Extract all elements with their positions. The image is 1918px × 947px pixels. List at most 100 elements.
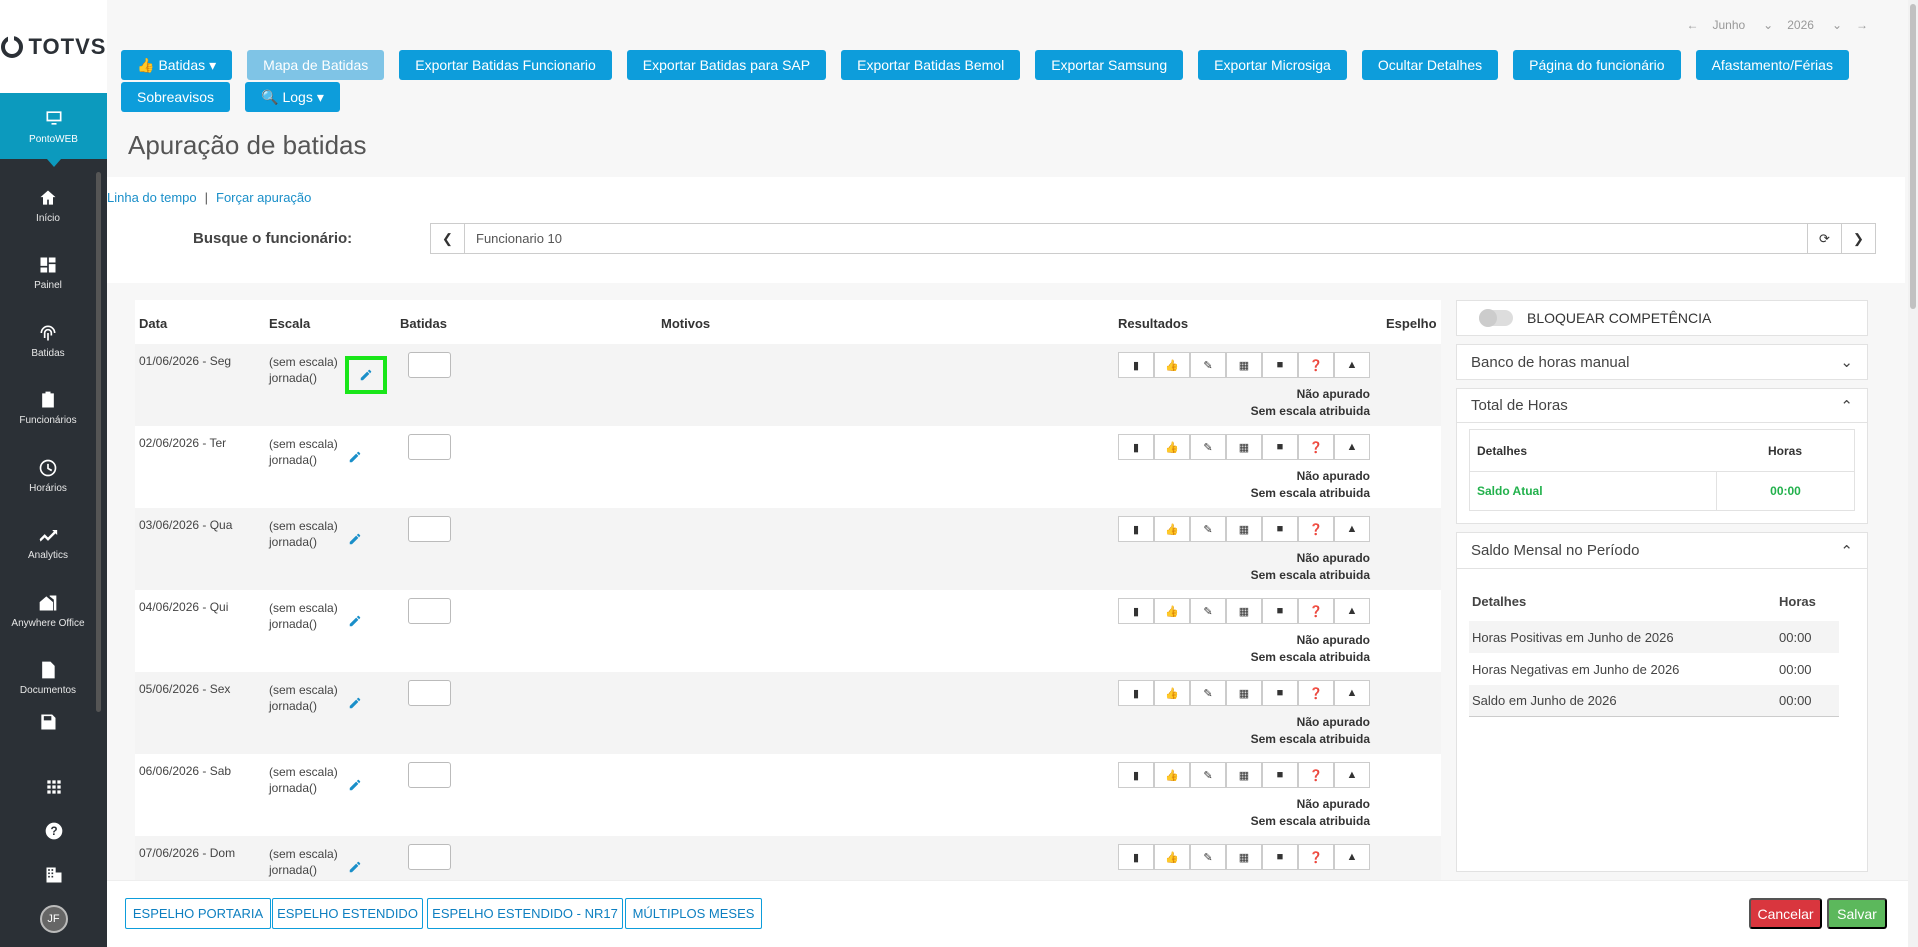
edit-pencil-icon[interactable] (348, 778, 362, 792)
batida-input[interactable] (408, 516, 451, 542)
help-circle-icon[interactable]: ❓ (1298, 434, 1334, 460)
sidebar-item-funcionarios[interactable]: Funcionários (0, 375, 96, 443)
calendar-icon[interactable]: ▦ (1226, 352, 1262, 378)
edit-pencil-icon[interactable] (345, 356, 387, 394)
comment-icon[interactable]: ■ (1262, 762, 1298, 788)
pencil-icon[interactable]: ✎ (1190, 516, 1226, 542)
apps-button[interactable] (0, 765, 107, 809)
batida-input[interactable] (408, 762, 451, 788)
chevron-up-icon[interactable]: ⌃ (1840, 542, 1853, 560)
comment-icon[interactable]: ■ (1262, 680, 1298, 706)
totvs-logo[interactable]: TOTVS (0, 0, 107, 93)
pencil-icon[interactable]: ✎ (1190, 844, 1226, 870)
bell-icon[interactable]: ▲ (1334, 762, 1370, 788)
espelho-portaria-button[interactable]: ESPELHO PORTARIA (125, 898, 271, 929)
thumbs-up-icon[interactable]: 👍 (1154, 598, 1190, 624)
pencil-icon[interactable]: ✎ (1190, 598, 1226, 624)
refresh-button[interactable]: ⟳ (1807, 224, 1841, 253)
page-scrollbar-thumb[interactable] (1910, 4, 1916, 309)
user-menu[interactable]: JF (0, 897, 107, 941)
door-exit-icon[interactable]: ▮ (1118, 352, 1154, 378)
sidebar-item-documentos[interactable]: Documentos (0, 645, 96, 713)
calendar-icon[interactable]: ▦ (1226, 598, 1262, 624)
bell-icon[interactable]: ▲ (1334, 516, 1370, 542)
help-circle-icon[interactable]: ❓ (1298, 352, 1334, 378)
edit-pencil-icon[interactable] (348, 532, 362, 546)
help-circle-icon[interactable]: ❓ (1298, 680, 1334, 706)
export-sap-button[interactable]: Exportar Batidas para SAP (626, 50, 827, 80)
help-circle-icon[interactable]: ❓ (1298, 598, 1334, 624)
comment-icon[interactable]: ■ (1262, 434, 1298, 460)
ocultar-detalhes-button[interactable]: Ocultar Detalhes (1361, 50, 1499, 80)
pagina-funcionario-button[interactable]: Página do funcionário (1513, 50, 1681, 80)
thumbs-up-icon[interactable]: 👍 (1154, 680, 1190, 706)
sidebar-item-anywhere-office[interactable]: Anywhere Office (0, 577, 96, 645)
sidebar-item-inicio[interactable]: Início (0, 172, 96, 240)
batidas-dropdown-button[interactable]: 👍 Batidas ▾ (121, 50, 233, 80)
chevron-up-icon[interactable]: ⌃ (1840, 397, 1853, 415)
pencil-icon[interactable]: ✎ (1190, 680, 1226, 706)
bell-icon[interactable]: ▲ (1334, 844, 1370, 870)
force-apuracao-link[interactable]: Forçar apuração (216, 190, 311, 205)
save-button[interactable]: Salvar (1827, 898, 1887, 929)
calendar-icon[interactable]: ▦ (1226, 762, 1262, 788)
help-circle-icon[interactable]: ❓ (1298, 844, 1334, 870)
batida-input[interactable] (408, 352, 451, 378)
edit-pencil-icon[interactable] (348, 860, 362, 874)
pencil-icon[interactable]: ✎ (1190, 352, 1226, 378)
thumbs-up-icon[interactable]: 👍 (1154, 434, 1190, 460)
export-microsiga-button[interactable]: Exportar Microsiga (1198, 50, 1347, 80)
sobreavisos-button[interactable]: Sobreavisos (121, 82, 231, 112)
prev-employee-button[interactable]: ❮ (431, 224, 465, 253)
comment-icon[interactable]: ■ (1262, 844, 1298, 870)
door-exit-icon[interactable]: ▮ (1118, 434, 1154, 460)
month-select[interactable]: Junho ⌄ (1712, 18, 1773, 32)
prev-month-arrow-icon[interactable]: ← (1686, 18, 1698, 32)
timeline-link[interactable]: Linha do tempo (107, 190, 197, 205)
door-exit-icon[interactable]: ▮ (1118, 516, 1154, 542)
calendar-icon[interactable]: ▦ (1226, 516, 1262, 542)
help-circle-icon[interactable]: ❓ (1298, 762, 1334, 788)
sidebar-item-batidas[interactable]: Batidas (0, 307, 96, 375)
sidebar-item-analytics[interactable]: Analytics (0, 510, 96, 578)
help-button[interactable]: ? (0, 809, 107, 853)
thumbs-up-icon[interactable]: 👍 (1154, 352, 1190, 378)
nav-pontoweb[interactable]: PontoWEB (0, 93, 107, 167)
batida-input[interactable] (408, 844, 451, 870)
bell-icon[interactable]: ▲ (1334, 352, 1370, 378)
sidebar-item-more[interactable] (0, 712, 96, 742)
bloquear-toggle[interactable]: BLOQUEAR COMPETÊNCIA (1457, 301, 1867, 335)
espelho-nr17-button[interactable]: ESPELHO ESTENDIDO - NR17 (427, 898, 623, 929)
next-month-arrow-icon[interactable]: → (1856, 18, 1868, 32)
company-button[interactable] (0, 853, 107, 897)
sidebar-item-painel[interactable]: Painel (0, 240, 96, 308)
afastamento-ferias-button[interactable]: Afastamento/Férias (1695, 50, 1849, 80)
help-circle-icon[interactable]: ❓ (1298, 516, 1334, 542)
year-select[interactable]: 2026 ⌄ (1787, 18, 1842, 32)
door-exit-icon[interactable]: ▮ (1118, 844, 1154, 870)
bell-icon[interactable]: ▲ (1334, 598, 1370, 624)
multiplos-meses-button[interactable]: MÚLTIPLOS MESES (625, 898, 762, 929)
thumbs-up-icon[interactable]: 👍 (1154, 516, 1190, 542)
door-exit-icon[interactable]: ▮ (1118, 762, 1154, 788)
mapa-batidas-button[interactable]: Mapa de Batidas (247, 50, 385, 80)
thumbs-up-icon[interactable]: 👍 (1154, 844, 1190, 870)
calendar-icon[interactable]: ▦ (1226, 434, 1262, 460)
sidebar-scrollbar[interactable] (96, 172, 101, 712)
door-exit-icon[interactable]: ▮ (1118, 680, 1154, 706)
calendar-icon[interactable]: ▦ (1226, 680, 1262, 706)
employee-search-input[interactable]: Funcionario 10 (465, 224, 1807, 253)
thumbs-up-icon[interactable]: 👍 (1154, 762, 1190, 788)
espelho-estendido-button[interactable]: ESPELHO ESTENDIDO (272, 898, 423, 929)
edit-pencil-icon[interactable] (348, 614, 362, 628)
calendar-icon[interactable]: ▦ (1226, 844, 1262, 870)
comment-icon[interactable]: ■ (1262, 352, 1298, 378)
export-funcionario-button[interactable]: Exportar Batidas Funcionario (399, 50, 612, 80)
chevron-down-icon[interactable]: ⌄ (1840, 353, 1853, 371)
batida-input[interactable] (408, 434, 451, 460)
export-bemol-button[interactable]: Exportar Batidas Bemol (841, 50, 1021, 80)
edit-pencil-icon[interactable] (348, 696, 362, 710)
bell-icon[interactable]: ▲ (1334, 680, 1370, 706)
export-samsung-button[interactable]: Exportar Samsung (1035, 50, 1184, 80)
bell-icon[interactable]: ▲ (1334, 434, 1370, 460)
